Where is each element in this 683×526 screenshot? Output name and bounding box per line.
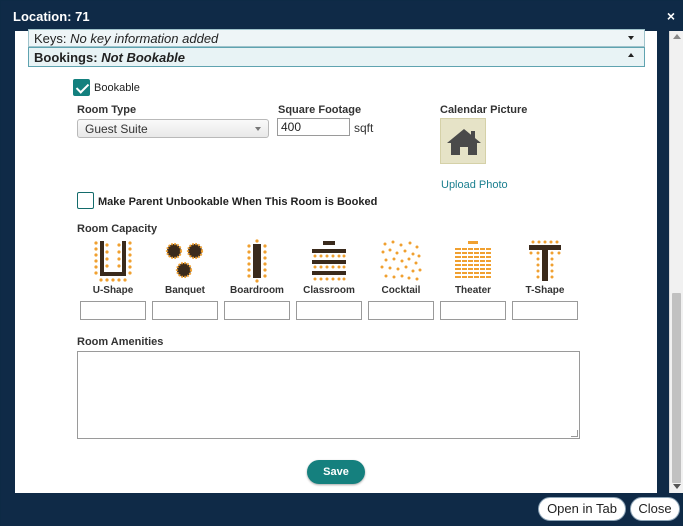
modal-window: Location: 71 × Keys: No key information … [0,0,683,526]
boardroom-input[interactable] [224,301,290,320]
accordion-keys-label: Keys: [34,31,67,46]
window-title: Location: 71 [13,9,90,24]
house-icon [447,129,481,155]
calendar-picture-label: Calendar Picture [440,104,528,116]
bookable-checkbox[interactable] [73,79,90,96]
accordion-bookings-label: Bookings: [34,50,98,65]
room-type-value: Guest Suite [85,122,148,136]
classroom-icon [312,241,346,281]
upload-photo-link[interactable]: Upload Photo [441,179,508,191]
accordion-bookings-value: Not Bookable [101,50,185,65]
chevron-down-icon[interactable] [628,36,634,40]
cocktail-icon [380,240,422,281]
room-type-select[interactable]: Guest Suite [77,119,269,138]
chevron-down-icon [255,127,261,131]
u-shape-icon [94,241,132,282]
theater-input[interactable] [440,301,506,320]
title-bar: Location: 71 × [1,1,682,31]
accordion-keys[interactable]: Keys: No key information added [28,29,645,47]
cocktail-input[interactable] [368,301,434,320]
close-button[interactable]: Close [630,497,680,521]
footer-bar: Open in Tab Close [1,493,682,526]
boardroom-icon [247,239,267,283]
banquet-label: Banquet [165,285,205,296]
scroll-up-arrow-icon[interactable] [673,34,681,39]
content-area: Keys: No key information added Bookings:… [15,29,657,493]
scrollbar[interactable] [669,31,683,493]
resize-grip-icon[interactable] [571,430,578,437]
room-capacity-label: Room Capacity [77,223,158,235]
right-frame [657,31,669,493]
classroom-label: Classroom [303,285,355,296]
accordion-keys-value: No key information added [70,31,219,46]
calendar-picture[interactable] [440,118,486,164]
square-footage-label: Square Footage [278,104,362,116]
save-button[interactable]: Save [307,460,365,484]
accordion-bookings[interactable]: Bookings: Not Bookable [28,47,645,67]
chevron-up-icon[interactable] [628,53,634,57]
cocktail-label: Cocktail [381,285,421,296]
scroll-down-arrow-icon[interactable] [673,484,681,489]
square-footage-unit: sqft [354,121,374,135]
parent-unbookable-label: Make Parent Unbookable When This Room is… [98,196,378,208]
room-amenities-textarea[interactable] [77,351,580,439]
u-shape-input[interactable] [80,301,146,320]
t-shape-input[interactable] [512,301,578,320]
bookable-label: Bookable [94,82,140,94]
left-frame [1,31,15,493]
scroll-thumb[interactable] [672,293,681,483]
close-icon[interactable]: × [667,9,675,23]
u-shape-label: U-Shape [92,285,134,296]
room-type-label: Room Type [77,104,137,116]
open-in-tab-button[interactable]: Open in Tab [538,497,626,521]
boardroom-label: Boardroom [230,285,284,296]
parent-unbookable-checkbox[interactable] [77,192,94,209]
square-footage-input[interactable] [277,118,350,136]
theater-icon [455,241,491,279]
theater-label: Theater [454,285,492,296]
classroom-input[interactable] [296,301,362,320]
room-amenities-label: Room Amenities [77,336,164,348]
banquet-input[interactable] [152,301,218,320]
banquet-icon [165,242,204,279]
t-shape-icon [529,240,561,281]
t-shape-label: T-Shape [525,285,565,296]
